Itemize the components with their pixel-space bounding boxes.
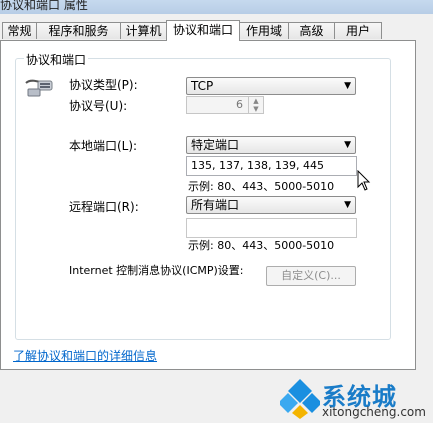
windows-logo-icon [280, 379, 320, 419]
group-title: 协议和端口 [24, 51, 89, 68]
remote-port-label: 远程端口(R): [69, 200, 139, 214]
tab-programs-services[interactable]: 程序和服务 [36, 22, 121, 39]
local-port-input[interactable]: 135, 137, 138, 139, 445 [186, 156, 357, 176]
remote-port-value: 所有端口 [191, 198, 240, 212]
chevron-down-icon: ▼ [344, 140, 351, 150]
protocol-type-label: 协议类型(P): [69, 78, 138, 92]
tab-protocols-ports[interactable]: 协议和端口 [166, 20, 240, 41]
tab-computers[interactable]: 计算机 [120, 22, 167, 39]
tab-strip: 常规 程序和服务 计算机 协议和端口 作用域 高级 用户 [0, 20, 433, 41]
tab-general[interactable]: 常规 [2, 22, 37, 39]
network-plug-icon [24, 77, 54, 102]
chevron-down-icon: ▼ [344, 200, 351, 210]
tab-advanced[interactable]: 高级 [288, 22, 335, 39]
local-port-example: 示例: 80、443、5000-5010 [188, 180, 335, 193]
spinner-arrows-icon: ▲ ▼ [248, 97, 263, 113]
protocol-number-spinner: 6 ▲ ▼ [186, 96, 264, 114]
protocol-type-select[interactable]: TCP ▼ [186, 77, 356, 95]
watermark: 系统城 xitongcheng.com [280, 375, 433, 423]
protocol-number-value: 6 [236, 98, 243, 111]
mouse-cursor-icon [357, 169, 371, 195]
tab-panel: 协议和端口 协议类型(P): TCP ▼ 协议号(U): 6 ▲ ▼ 本地端口(L… [0, 40, 416, 370]
remote-port-input[interactable] [186, 218, 357, 238]
protocol-type-value: TCP [191, 79, 214, 93]
customize-button[interactable]: 自定义(C)... [266, 266, 356, 286]
icmp-settings-label: Internet 控制消息协议(ICMP)设置: [69, 264, 244, 277]
protocol-number-label: 协议号(U): [69, 99, 128, 113]
chevron-down-icon: ▼ [344, 81, 351, 91]
local-port-select[interactable]: 特定端口 ▼ [186, 136, 356, 154]
window-titlebar: 协议和端口 属性 [0, 0, 433, 14]
remote-port-example: 示例: 80、443、5000-5010 [188, 239, 335, 252]
tab-scope[interactable]: 作用域 [239, 22, 289, 39]
remote-port-select[interactable]: 所有端口 ▼ [186, 196, 356, 214]
local-port-label: 本地端口(L): [69, 139, 138, 153]
watermark-subtitle: xitongcheng.com [322, 405, 426, 419]
window-title: 协议和端口 属性 [0, 0, 88, 12]
local-port-value: 特定端口 [191, 138, 240, 152]
tab-users[interactable]: 用户 [334, 22, 382, 39]
learn-more-link[interactable]: 了解协议和端口的详细信息 [13, 347, 157, 364]
